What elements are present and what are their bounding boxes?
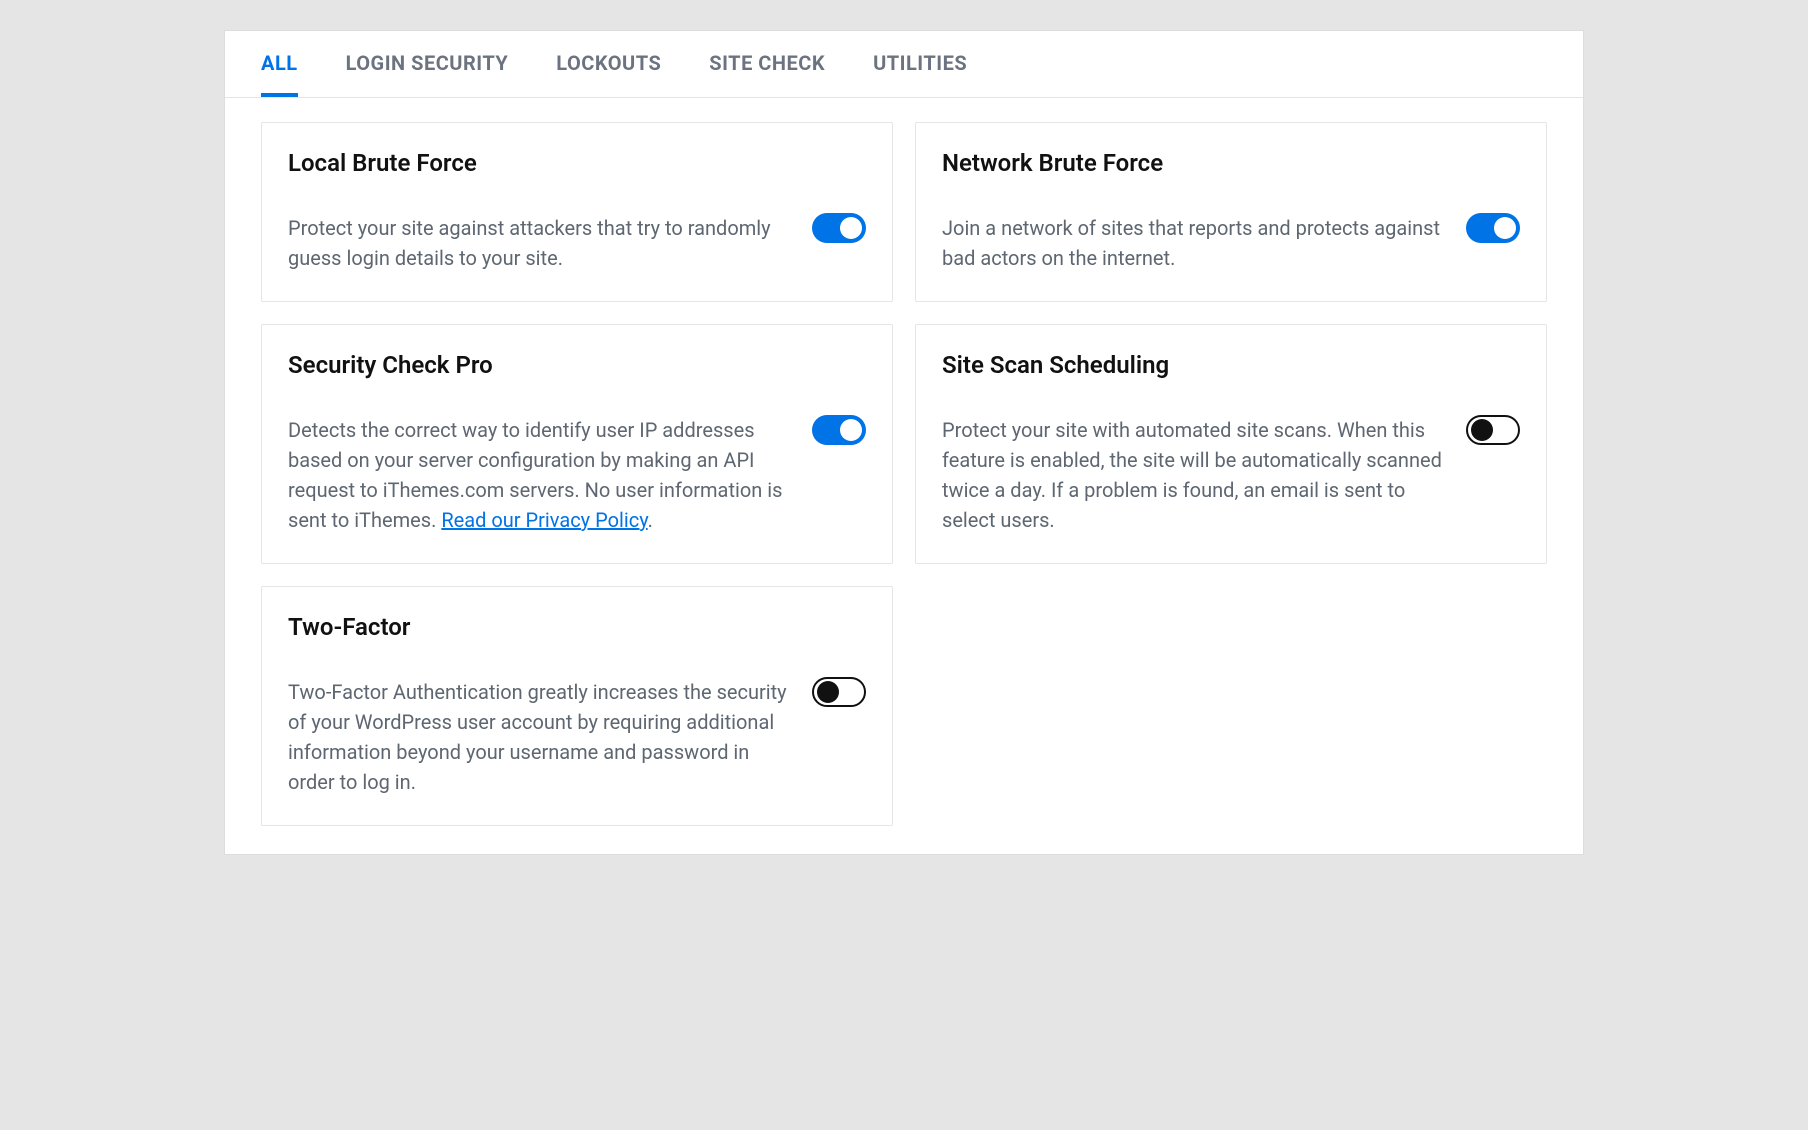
- toggle-knob: [817, 681, 839, 703]
- card-network-brute-force: Network Brute Force Join a network of si…: [915, 122, 1547, 302]
- toggle-knob: [840, 419, 862, 441]
- card-two-factor: Two-Factor Two-Factor Authentication gre…: [261, 586, 893, 826]
- toggle-knob: [1494, 217, 1516, 239]
- card-site-scan-scheduling: Site Scan Scheduling Protect your site w…: [915, 324, 1547, 564]
- toggle-local-brute-force[interactable]: [812, 213, 866, 243]
- toggle-security-check-pro[interactable]: [812, 415, 866, 445]
- tab-lockouts[interactable]: LOCKOUTS: [556, 31, 661, 97]
- card-title: Network Brute Force: [942, 149, 1446, 177]
- card-title: Security Check Pro: [288, 351, 792, 379]
- tab-utilities[interactable]: UTILITIES: [873, 31, 967, 97]
- tab-site-check[interactable]: SITE CHECK: [709, 31, 825, 97]
- card-security-check-pro: Security Check Pro Detects the correct w…: [261, 324, 893, 564]
- card-description: Detects the correct way to identify user…: [288, 415, 792, 535]
- toggle-knob: [1471, 419, 1493, 441]
- tab-all[interactable]: ALL: [261, 31, 298, 97]
- card-description: Two-Factor Authentication greatly increa…: [288, 677, 792, 797]
- toggle-network-brute-force[interactable]: [1466, 213, 1520, 243]
- card-title: Site Scan Scheduling: [942, 351, 1446, 379]
- privacy-policy-link[interactable]: Read our Privacy Policy: [441, 508, 647, 532]
- tab-login-security[interactable]: LOGIN SECURITY: [346, 31, 509, 97]
- card-local-brute-force: Local Brute Force Protect your site agai…: [261, 122, 893, 302]
- card-description: Protect your site against attackers that…: [288, 213, 792, 273]
- card-title: Local Brute Force: [288, 149, 792, 177]
- toggle-site-scan-scheduling[interactable]: [1466, 415, 1520, 445]
- toggle-knob: [840, 217, 862, 239]
- toggle-two-factor[interactable]: [812, 677, 866, 707]
- cards-grid: Local Brute Force Protect your site agai…: [225, 98, 1583, 854]
- card-description: Protect your site with automated site sc…: [942, 415, 1446, 535]
- card-title: Two-Factor: [288, 613, 792, 641]
- settings-panel: ALL LOGIN SECURITY LOCKOUTS SITE CHECK U…: [224, 30, 1584, 855]
- tabs-nav: ALL LOGIN SECURITY LOCKOUTS SITE CHECK U…: [225, 31, 1583, 98]
- card-description: Join a network of sites that reports and…: [942, 213, 1446, 273]
